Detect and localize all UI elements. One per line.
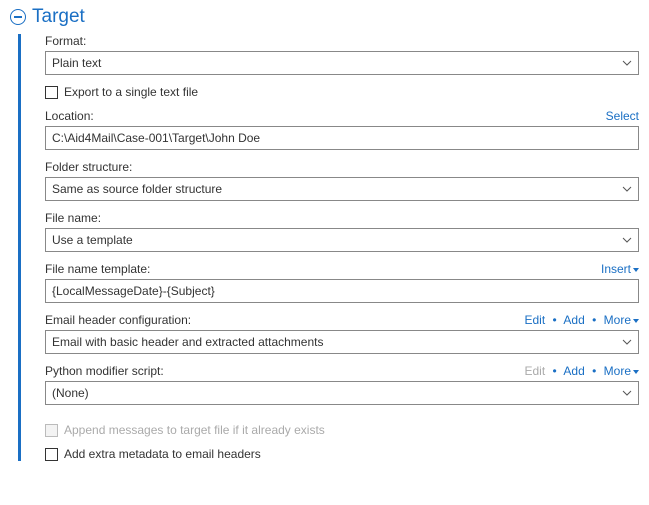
dropdown-caret-icon	[633, 268, 639, 272]
email-header-more-link[interactable]: More	[604, 313, 639, 327]
location-label: Location:	[45, 109, 94, 123]
target-panel: Format: Plain text Export to a single te…	[18, 34, 639, 461]
add-metadata-label[interactable]: Add extra metadata to email headers	[64, 447, 261, 461]
export-single-label[interactable]: Export to a single text file	[64, 85, 198, 99]
python-script-label: Python modifier script:	[45, 364, 164, 378]
chevron-down-icon	[622, 339, 632, 345]
chevron-down-icon	[622, 60, 632, 66]
file-name-template-input[interactable]	[45, 279, 639, 303]
python-script-select[interactable]: (None)	[45, 381, 639, 405]
python-script-value: (None)	[52, 386, 89, 400]
section-title: Target	[32, 6, 85, 28]
append-messages-label: Append messages to target file if it alr…	[64, 423, 325, 437]
format-label: Format:	[45, 34, 86, 48]
location-select-link[interactable]: Select	[606, 109, 639, 123]
append-messages-checkbox	[45, 424, 58, 437]
file-name-value: Use a template	[52, 233, 133, 247]
email-header-config-select[interactable]: Email with basic header and extracted at…	[45, 330, 639, 354]
folder-structure-value: Same as source folder structure	[52, 182, 222, 196]
email-header-edit-link[interactable]: Edit	[525, 313, 546, 327]
location-input[interactable]	[45, 126, 639, 150]
file-name-label: File name:	[45, 211, 101, 225]
dropdown-caret-icon	[633, 319, 639, 323]
python-script-more-link[interactable]: More	[604, 364, 639, 378]
chevron-down-icon	[622, 390, 632, 396]
email-header-config-label: Email header configuration:	[45, 313, 191, 327]
python-script-actions: Edit • Add • More	[525, 364, 640, 378]
collapse-toggle-icon[interactable]	[10, 9, 26, 25]
folder-structure-select[interactable]: Same as source folder structure	[45, 177, 639, 201]
format-select[interactable]: Plain text	[45, 51, 639, 75]
export-single-checkbox[interactable]	[45, 86, 58, 99]
file-name-template-insert-link[interactable]: Insert	[601, 262, 639, 276]
add-metadata-checkbox[interactable]	[45, 448, 58, 461]
chevron-down-icon	[622, 237, 632, 243]
format-value: Plain text	[52, 56, 101, 70]
file-name-template-label: File name template:	[45, 262, 150, 276]
file-name-select[interactable]: Use a template	[45, 228, 639, 252]
email-header-add-link[interactable]: Add	[563, 313, 584, 327]
chevron-down-icon	[622, 186, 632, 192]
dropdown-caret-icon	[633, 370, 639, 374]
email-header-config-actions: Edit • Add • More	[525, 313, 640, 327]
python-script-add-link[interactable]: Add	[563, 364, 584, 378]
python-script-edit-link: Edit	[525, 364, 546, 378]
email-header-config-value: Email with basic header and extracted at…	[52, 335, 323, 349]
folder-structure-label: Folder structure:	[45, 160, 132, 174]
